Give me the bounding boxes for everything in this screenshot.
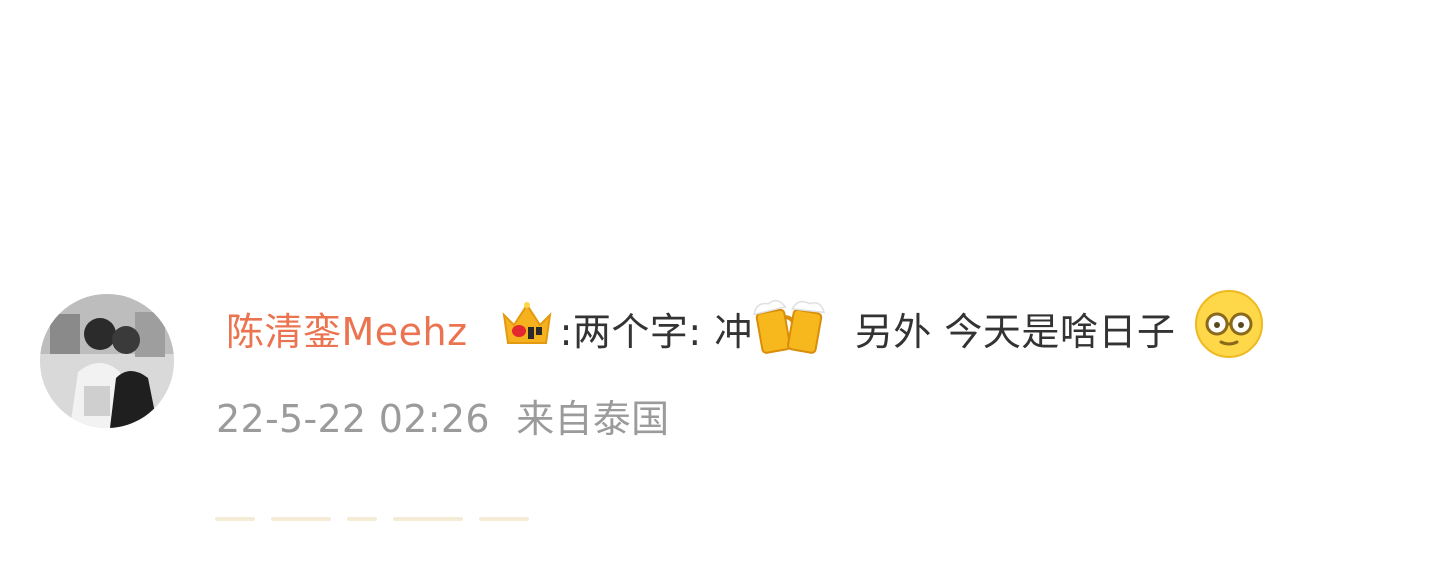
- avatar[interactable]: [40, 294, 174, 428]
- username-link[interactable]: 陈清銮Meehz: [226, 301, 468, 356]
- comment-text-part2: 另外 今天是啥日子: [854, 309, 1176, 354]
- cropped-next-content: [215, 517, 595, 523]
- comment-meta: 22-5-22 02:26 来自泰国: [216, 388, 669, 443]
- faded-mark: [271, 517, 331, 521]
- comment-location: 来自泰国: [516, 397, 670, 441]
- comment-text-part1: :两个字: 冲: [559, 309, 753, 354]
- weibo-comment-page: 陈清銮Meehz :两个字: 冲 另外 今天是啥日子 22-5-22 02:26…: [0, 0, 1439, 572]
- nerd-face-emoji: [1193, 288, 1265, 369]
- comment-body: 陈清銮Meehz :两个字: 冲 另外 今天是啥日子: [226, 289, 1265, 364]
- crown-badge-icon: [498, 295, 556, 362]
- beer-mugs-emoji: [753, 289, 826, 368]
- faded-mark: [215, 517, 255, 521]
- faded-mark: [347, 517, 377, 521]
- avatar-photo: [40, 294, 174, 428]
- comment-timestamp: 22-5-22 02:26: [216, 397, 490, 441]
- comment-item: 陈清銮Meehz :两个字: 冲 另外 今天是啥日子 22-5-22 02:26…: [40, 289, 1430, 443]
- faded-mark: [479, 517, 529, 521]
- faded-mark: [393, 517, 463, 521]
